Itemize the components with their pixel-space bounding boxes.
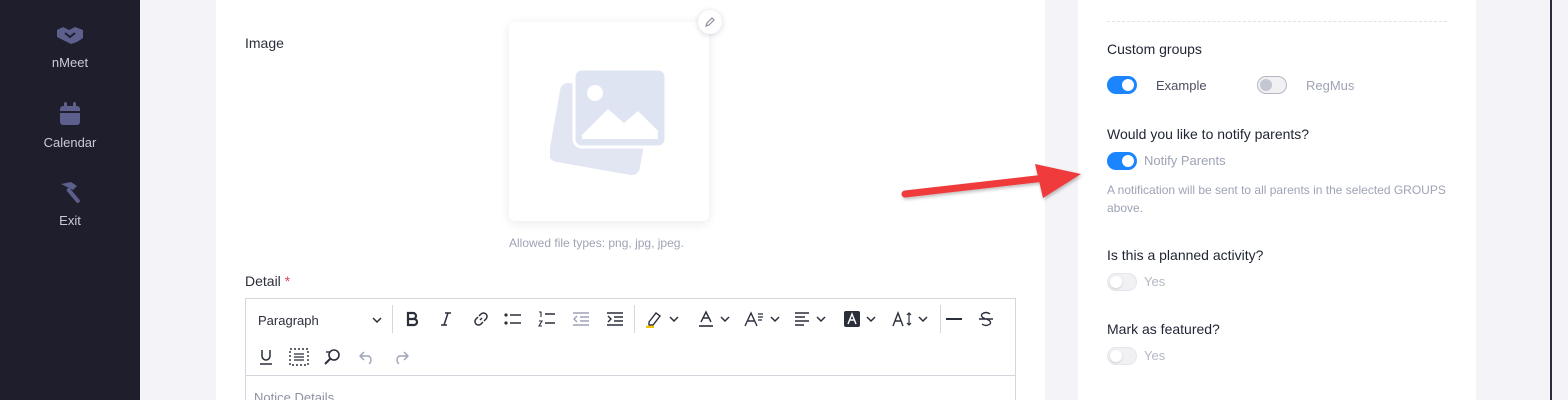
horizontal-line-button[interactable]: [942, 307, 966, 331]
featured-title: Mark as featured?: [1107, 321, 1220, 337]
background-color-icon: [844, 311, 860, 327]
sidebar: nMeet Calendar Exit: [0, 0, 140, 400]
image-placeholder-icon: [550, 69, 668, 176]
font-family-icon: [744, 311, 763, 327]
find-replace-icon: [324, 349, 340, 365]
featured-label: Yes: [1144, 348, 1166, 363]
divider: [1107, 21, 1447, 22]
strikethrough-button[interactable]: [974, 307, 998, 331]
underline-icon: [260, 350, 272, 365]
font-color-button[interactable]: [694, 307, 734, 331]
planned-activity-title: Is this a planned activity?: [1107, 247, 1264, 263]
hammer-icon: [0, 180, 140, 207]
redo-button[interactable]: [388, 345, 414, 369]
bulleted-list-button[interactable]: [502, 307, 524, 331]
strikethrough-icon: [979, 311, 993, 327]
link-icon: [474, 312, 488, 326]
sidebar-item-label: Exit: [59, 213, 81, 228]
chevron-down-icon: [918, 316, 928, 322]
block-format-select[interactable]: Paragraph: [258, 309, 382, 331]
notify-description: A notification will be sent to all paren…: [1107, 183, 1446, 215]
chevron-down-icon: [720, 316, 730, 322]
planned-activity-toggle[interactable]: [1107, 273, 1137, 291]
select-all-icon: [289, 348, 309, 366]
group-toggle-regmus[interactable]: [1257, 76, 1287, 94]
image-upload[interactable]: [509, 22, 709, 221]
notify-parents-label: Notify Parents: [1144, 153, 1226, 168]
chevron-down-icon: [372, 317, 382, 323]
editor-content-area[interactable]: Notice Details: [246, 375, 1015, 400]
font-family-button[interactable]: [742, 307, 782, 331]
required-mark: *: [284, 273, 291, 289]
group-label-regmus: RegMus: [1306, 78, 1355, 93]
chevron-down-icon: [866, 316, 876, 322]
editor-toolbar-row-2: [246, 339, 1015, 375]
custom-groups-title: Custom groups: [1107, 41, 1202, 57]
bold-icon: [406, 311, 419, 327]
alignment-button[interactable]: [790, 307, 830, 331]
font-color-icon: [699, 310, 713, 327]
highlight-button[interactable]: [642, 307, 682, 331]
highlighter-icon: [646, 312, 661, 328]
group-label-example: Example: [1156, 78, 1207, 93]
group-toggle-example[interactable]: [1107, 76, 1137, 94]
undo-icon: [359, 351, 372, 364]
outdent-button[interactable]: [570, 307, 592, 331]
featured-toggle[interactable]: [1107, 347, 1137, 365]
chevron-down-icon: [669, 316, 679, 322]
detail-label: Detail *: [245, 273, 290, 289]
editor-placeholder: Notice Details: [254, 390, 335, 400]
handshake-icon: [0, 24, 140, 49]
annotation-arrow-icon: [901, 164, 1081, 198]
numbered-list-button[interactable]: [536, 307, 558, 331]
indent-icon: [607, 312, 623, 326]
block-format-value: Paragraph: [258, 312, 319, 328]
link-button[interactable]: [470, 307, 492, 331]
chevron-down-icon: [816, 316, 826, 322]
numbered-list-icon: [538, 311, 555, 327]
rich-text-editor: Paragraph Notice Details: [245, 298, 1016, 400]
chevron-down-icon: [770, 316, 780, 322]
window-edge: [1550, 0, 1552, 400]
horizontal-line-icon: [946, 318, 962, 320]
sidebar-item-nmeet[interactable]: nMeet: [0, 24, 140, 70]
redo-icon: [396, 351, 409, 364]
font-size-icon: [892, 311, 912, 327]
planned-activity-label: Yes: [1144, 274, 1166, 289]
file-types-hint: Allowed file types: png, jpg, jpeg.: [509, 236, 684, 250]
italic-icon: [441, 312, 451, 326]
sidebar-item-exit[interactable]: Exit: [0, 180, 140, 228]
pencil-icon: [705, 17, 715, 27]
select-all-button[interactable]: [286, 345, 312, 369]
align-left-icon: [795, 312, 809, 326]
outdent-icon: [573, 312, 589, 326]
detail-label-text: Detail: [245, 273, 281, 289]
find-replace-button[interactable]: [320, 345, 346, 369]
image-label: Image: [245, 35, 284, 51]
sidebar-item-label: Calendar: [43, 135, 97, 150]
italic-button[interactable]: [436, 307, 456, 331]
sidebar-item-label: nMeet: [51, 55, 89, 70]
settings-card: Custom groups Example RegMus Would you l…: [1078, 0, 1476, 400]
underline-button[interactable]: [254, 345, 278, 369]
background-color-button[interactable]: [840, 307, 880, 331]
font-size-button[interactable]: [888, 307, 932, 331]
bulleted-list-icon: [504, 313, 521, 325]
editor-toolbar: Paragraph: [246, 299, 1015, 339]
notify-parents-toggle[interactable]: [1107, 152, 1137, 170]
bold-button[interactable]: [402, 307, 422, 331]
notify-parents-title: Would you like to notify parents?: [1107, 126, 1310, 142]
undo-button[interactable]: [354, 345, 380, 369]
sidebar-item-calendar[interactable]: Calendar: [0, 102, 140, 150]
indent-button[interactable]: [604, 307, 626, 331]
edit-image-button[interactable]: [698, 10, 722, 34]
calendar-icon: [0, 102, 140, 129]
